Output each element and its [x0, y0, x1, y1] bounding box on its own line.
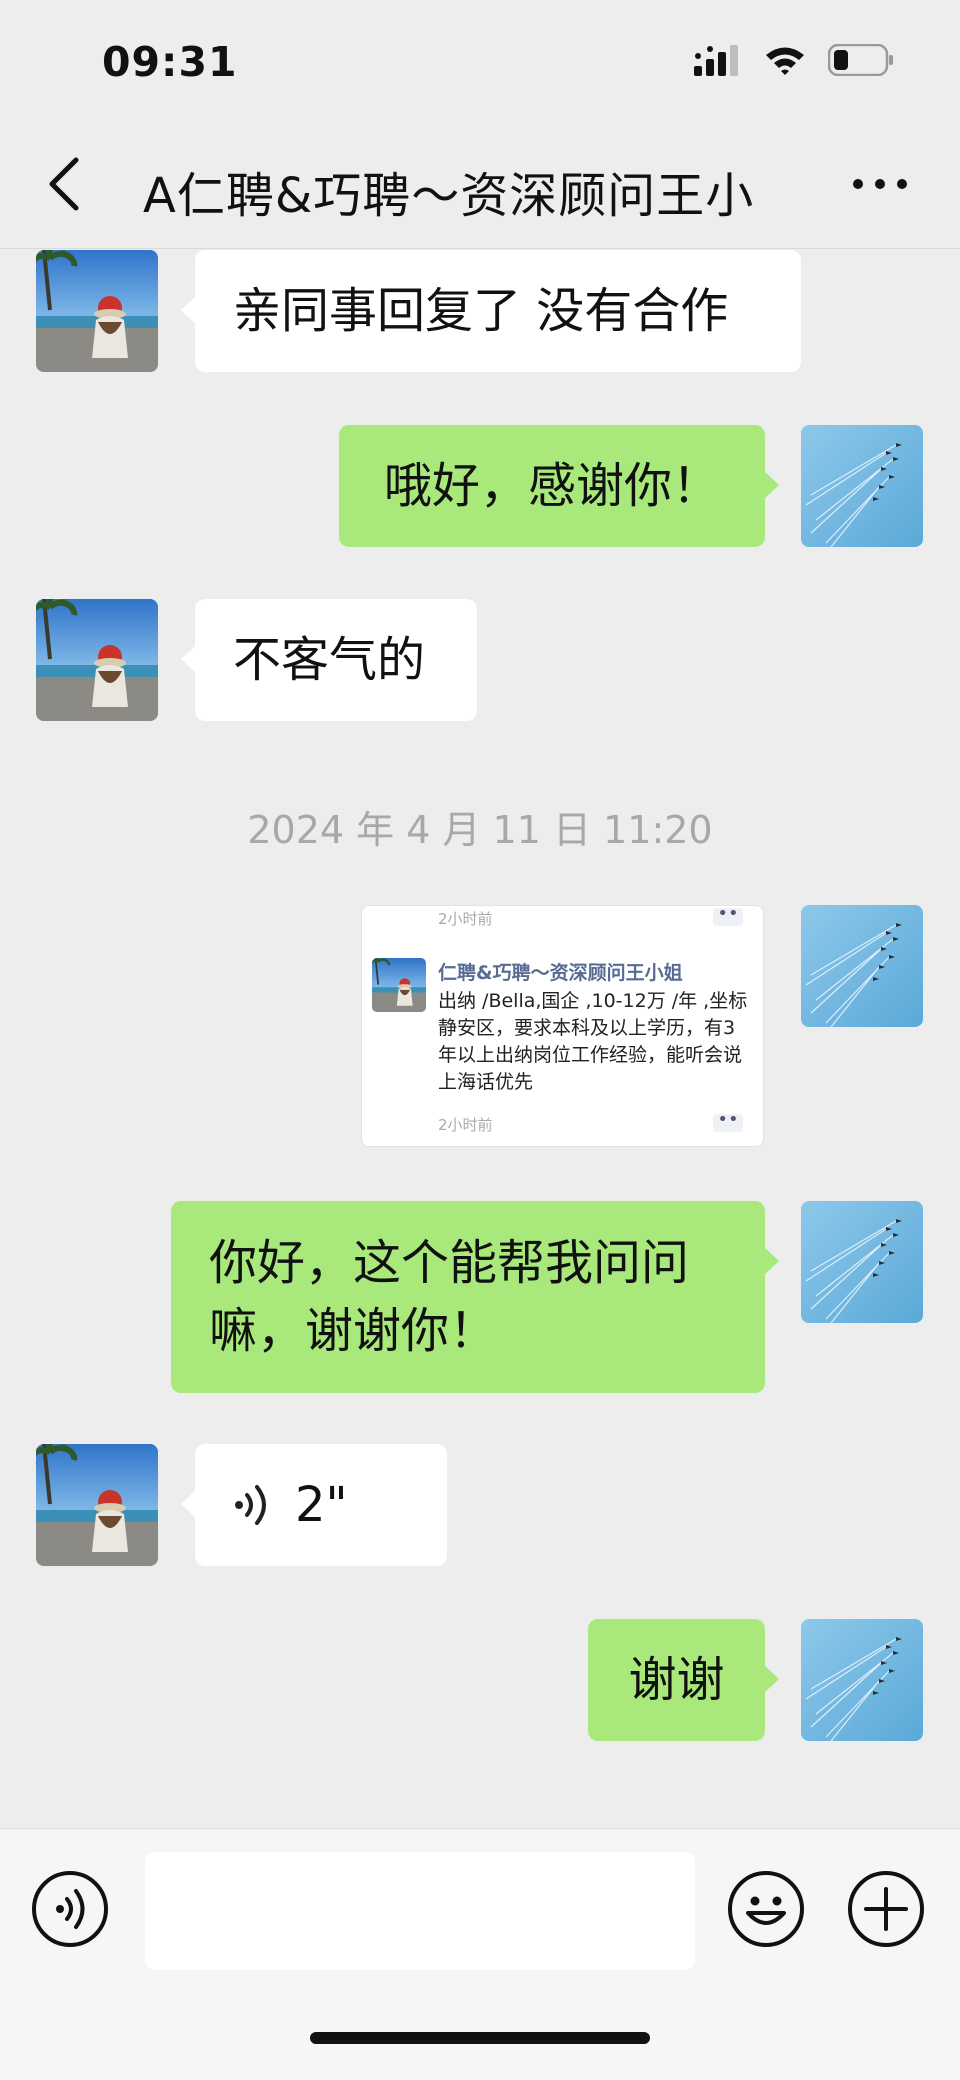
voice-wave-icon: [235, 1485, 266, 1525]
card-dots-icon: ••: [713, 905, 743, 926]
contact-avatar[interactable]: [36, 599, 158, 721]
cellular-signal-icon: [694, 45, 738, 76]
message-text: 哦好，感谢你！: [383, 458, 720, 514]
chat-title: A仁聘&巧聘～资深顾问王小: [143, 156, 788, 226]
emoji-button[interactable]: [728, 1871, 804, 1947]
emoji-icon: [746, 1896, 786, 1925]
message-text: 谢谢: [628, 1652, 725, 1708]
message-input[interactable]: [145, 1852, 695, 1970]
card-text: 出纳 /Bella,国企 ,10-12万 /年 ,坐标静安区，要求本科及以上学历…: [438, 990, 748, 1093]
my-avatar[interactable]: [801, 1201, 923, 1323]
shared-image-card[interactable]: 2小时前 •• 仁聘&巧聘～资深顾问王小姐 出纳 /Bella,国企 ,10-1…: [361, 905, 764, 1147]
battery-icon: [828, 44, 893, 76]
message-text: 你好，这个能帮我问问嘛，谢谢你！: [209, 1235, 690, 1359]
message-bubble[interactable]: 你好，这个能帮我问问嘛，谢谢你！: [171, 1201, 779, 1393]
card-time-top: 2小时前: [438, 910, 493, 928]
message-bubble[interactable]: 亲同事回复了 没有合作: [181, 250, 801, 372]
my-avatar[interactable]: [801, 1619, 923, 1741]
contact-avatar[interactable]: [36, 250, 158, 372]
home-indicator[interactable]: [310, 2032, 650, 2044]
status-time: 09:31: [102, 38, 238, 86]
chat-header: A仁聘&巧聘～资深顾问王小: [0, 120, 960, 249]
plus-icon: [864, 1887, 908, 1931]
message-text: 不客气的: [233, 632, 426, 688]
status-bar: 09:31: [0, 0, 960, 120]
message-list[interactable]: 亲同事回复了 没有合作 哦好，感谢你！ 不客气的 2024 年 4 月 11 日…: [0, 249, 960, 1829]
card-sender-name: 仁聘&巧聘～资深顾问王小姐: [438, 962, 683, 984]
my-avatar[interactable]: [801, 425, 923, 547]
wifi-icon: [766, 47, 804, 75]
voice-input-button[interactable]: [32, 1871, 108, 1947]
card-time-bottom: 2小时前: [438, 1116, 493, 1134]
voice-message-bubble[interactable]: 2": [181, 1444, 447, 1566]
contact-avatar[interactable]: [36, 1444, 158, 1566]
voice-duration: 2": [295, 1477, 348, 1533]
message-bubble[interactable]: 谢谢: [588, 1619, 779, 1741]
card-avatar: [372, 958, 426, 1012]
message-bubble[interactable]: 不客气的: [181, 599, 477, 721]
more-options-icon[interactable]: [852, 176, 908, 192]
status-icons: [694, 44, 894, 76]
voice-icon: [56, 1889, 85, 1929]
more-functions-button[interactable]: [848, 1871, 924, 1947]
my-avatar[interactable]: [801, 905, 923, 1027]
message-bubble[interactable]: 哦好，感谢你！: [339, 425, 779, 547]
message-text: 亲同事回复了 没有合作: [233, 283, 729, 339]
card-dots-icon: ••: [713, 1111, 743, 1132]
back-arrow-icon[interactable]: [44, 156, 84, 212]
chat-timestamp: 2024 年 4 月 11 日 11:20: [247, 808, 713, 852]
